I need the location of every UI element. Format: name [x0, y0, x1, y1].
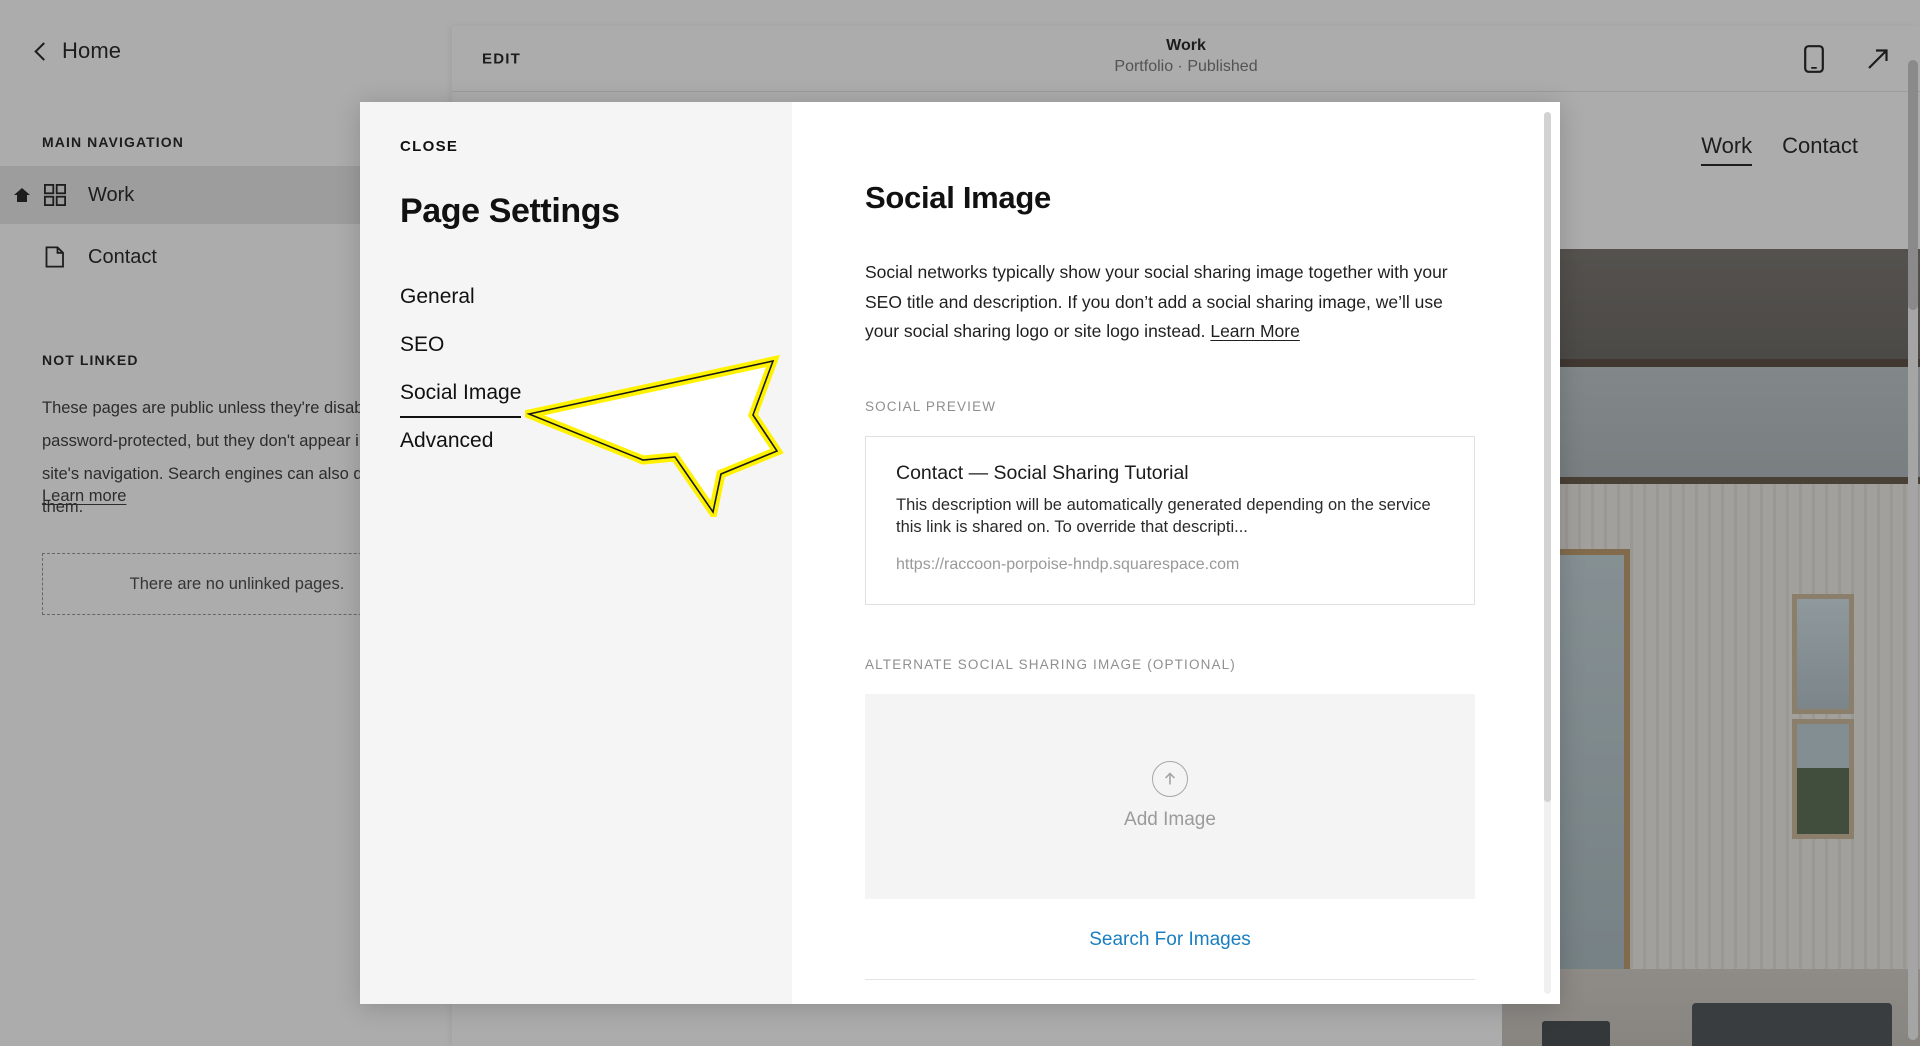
- content-divider: [865, 978, 1475, 980]
- preview-card-title: Contact — Social Sharing Tutorial: [896, 461, 1189, 484]
- panel-description-text: Social networks typically show your soci…: [865, 262, 1448, 341]
- preview-card-description: This description will be automatically g…: [896, 495, 1431, 537]
- alternate-image-label: ALTERNATE SOCIAL SHARING IMAGE (OPTIONAL…: [865, 656, 1236, 672]
- close-button[interactable]: CLOSE: [400, 138, 458, 155]
- search-for-images-link[interactable]: Search For Images: [865, 929, 1475, 951]
- page-settings-sidebar: CLOSE Page Settings General SEO Social I…: [360, 102, 792, 1004]
- social-preview-label: SOCIAL PREVIEW: [865, 398, 997, 414]
- learn-more-link[interactable]: Learn More: [1210, 321, 1300, 341]
- social-preview-card: Contact — Social Sharing Tutorial This d…: [865, 435, 1475, 605]
- modal-scrollbar-thumb[interactable]: [1544, 112, 1551, 802]
- page-settings-content: Social Image Social networks typically s…: [792, 102, 1560, 1004]
- add-image-label: Add Image: [1124, 809, 1216, 830]
- panel-description: Social networks typically show your soci…: [865, 258, 1475, 347]
- screen-root: Home MAIN NAVIGATION Work Contact NOT LI…: [0, 0, 1920, 1046]
- tab-social-image[interactable]: Social Image: [400, 370, 522, 418]
- tab-advanced[interactable]: Advanced: [400, 418, 493, 466]
- upload-arrow-icon: [1152, 761, 1188, 797]
- tab-seo[interactable]: SEO: [400, 322, 444, 370]
- panel-heading: Social Image: [865, 180, 1051, 215]
- page-settings-title: Page Settings: [400, 192, 620, 230]
- add-image-dropzone[interactable]: Add Image: [865, 693, 1475, 899]
- preview-card-url: https://raccoon-porpoise-hndp.squarespac…: [896, 555, 1240, 573]
- page-settings-menu: General SEO Social Image Advanced: [400, 274, 522, 466]
- page-settings-modal: CLOSE Page Settings General SEO Social I…: [360, 102, 1560, 1004]
- tab-general[interactable]: General: [400, 274, 475, 322]
